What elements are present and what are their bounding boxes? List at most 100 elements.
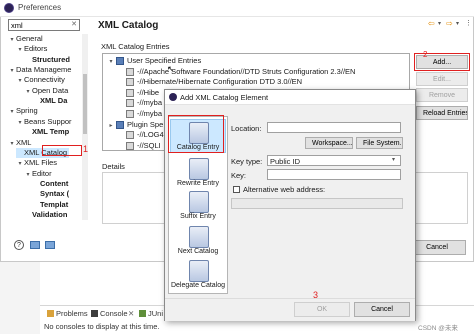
title-bar: Preferences — [0, 0, 474, 17]
catalog-entry-label: -//myba — [137, 109, 163, 118]
expand-twisty-icon[interactable]: ▾ — [8, 35, 16, 45]
alt-web-input[interactable] — [231, 198, 403, 209]
tree-item-label: Editors — [24, 44, 48, 54]
expand-twisty-icon[interactable]: ▾ — [16, 45, 24, 55]
clear-filter-icon[interactable]: ✕ — [69, 19, 79, 31]
catalog-entry-label: -//myba — [137, 98, 163, 108]
tab-junit[interactable]: JUni — [148, 309, 163, 318]
catalog-entry-row[interactable]: -//LOG4 — [117, 130, 164, 140]
annotation-2: 2 — [423, 50, 428, 59]
catalog-entry-row[interactable]: -//Apache Software Foundation//DTD Strut… — [117, 67, 355, 77]
tree-item[interactable]: XML Temp — [24, 127, 69, 137]
preference-tree: ▾ General ▾ Editors Structured ▾ Data Manageme… — [8, 34, 82, 220]
expand-twisty-icon[interactable]: ▾ — [107, 57, 115, 67]
workspace-button[interactable]: Workspace... — [305, 137, 353, 149]
preferences-cancel-button[interactable]: Cancel — [408, 240, 466, 255]
tree-item[interactable]: ▾ Connectivity — [16, 75, 65, 86]
entries-label: XML Catalog Entries — [101, 42, 170, 51]
tree-item[interactable]: ▾ XML Files — [16, 158, 57, 169]
catalog-entry-label: -//Hibe — [137, 87, 160, 97]
catalog-entry-row[interactable]: -//myba — [117, 109, 162, 119]
alt-web-label: Alternative web address: — [243, 185, 326, 194]
catalog-entry-icon — [126, 141, 134, 150]
forward-icon[interactable]: ⇨ — [446, 19, 453, 28]
expand-twisty-icon[interactable]: ▾ — [24, 87, 32, 97]
suffix-entry-icon — [189, 191, 209, 213]
tree-scrollbar[interactable] — [82, 34, 88, 220]
tree-item-label: Validation — [32, 209, 68, 219]
key-input[interactable] — [267, 169, 401, 180]
reload-entries-button[interactable]: Reload Entries — [416, 106, 468, 120]
expand-twisty-icon[interactable]: ▾ — [16, 76, 24, 86]
tree-item-label: XML — [16, 137, 32, 147]
bottom-left-strip — [0, 262, 40, 334]
tree-item[interactable]: Syntax ( — [32, 189, 69, 199]
expand-twisty-icon[interactable]: ▾ — [8, 139, 16, 149]
catalog-entry-row[interactable]: -//Hibe — [117, 88, 159, 98]
sidebar-item-suffix-entry[interactable]: Suffix Entry — [169, 213, 227, 220]
ok-button[interactable]: OK — [294, 302, 350, 317]
tree-item-label: Connectivity — [24, 75, 65, 85]
console-icon — [91, 310, 98, 317]
sidebar-item-delegate-catalog[interactable]: Delegate Catalog — [169, 282, 227, 289]
back-icon[interactable]: ⇦ — [428, 19, 435, 28]
tree-item[interactable]: Validation — [24, 210, 67, 220]
more-icon[interactable]: ⋮ — [465, 19, 472, 27]
expand-twisty-icon[interactable]: ▾ — [16, 118, 24, 128]
expand-twisty-icon[interactable]: ▾ — [16, 159, 24, 169]
details-label: Details — [102, 162, 125, 171]
remove-button[interactable]: Remove — [416, 88, 468, 102]
expand-twisty-icon[interactable]: ▾ — [8, 66, 16, 76]
tree-item[interactable]: ▾ Editor — [24, 169, 51, 180]
help-icon[interactable]: ? — [14, 240, 24, 250]
tree-item[interactable]: XML Da — [32, 96, 67, 106]
import-icon[interactable] — [30, 241, 40, 249]
tab-problems[interactable]: Problems — [56, 309, 88, 318]
annotation-box-1 — [42, 145, 82, 156]
tree-item-label: Structured — [32, 54, 70, 64]
catalog-entry-row[interactable]: ▸ Plugin Spe — [107, 120, 163, 131]
catalog-entry-label: Plugin Spe — [127, 119, 164, 129]
close-console-icon[interactable]: ✕ — [128, 309, 134, 318]
tree-item[interactable]: Content — [32, 179, 68, 189]
location-input[interactable] — [267, 122, 401, 133]
sidebar-item-rewrite-entry[interactable]: Rewrite Entry — [169, 180, 227, 187]
catalog-entry-icon — [126, 110, 134, 119]
sidebar-item-next-catalog[interactable]: Next Catalog — [169, 248, 227, 255]
back-menu-icon[interactable]: ▾ — [438, 20, 441, 27]
folder-icon — [116, 120, 124, 129]
delegate-catalog-icon — [189, 260, 209, 282]
dialog-cancel-button[interactable]: Cancel — [354, 302, 410, 317]
watermark: CSDN @未来 — [418, 325, 458, 332]
catalog-entry-row[interactable]: ▾ User Specified Entries — [107, 56, 201, 67]
tree-item[interactable]: ▾ Editors — [16, 44, 47, 55]
catalog-entry-row[interactable]: -//myba — [117, 98, 162, 108]
edit-button[interactable]: Edit... — [416, 72, 468, 86]
tab-console[interactable]: Console — [100, 309, 128, 318]
key-type-select[interactable]: Public ID ▾ — [267, 155, 401, 166]
expand-twisty-icon[interactable]: ▾ — [8, 107, 16, 117]
tree-item[interactable]: ▾ Data Manageme — [8, 65, 71, 76]
mouse-cursor-icon: ↖ — [167, 64, 175, 74]
tree-item[interactable]: ▾ XML — [8, 138, 31, 149]
tree-item-label: XML Da — [40, 96, 68, 106]
tree-item[interactable]: Templat — [32, 200, 68, 210]
alt-web-checkbox[interactable] — [233, 186, 240, 193]
tree-item[interactable]: ▾ Spring — [8, 106, 37, 117]
tree-item[interactable]: ▾ General — [8, 34, 42, 45]
tree-item-label: XML Files — [24, 158, 58, 168]
tree-item[interactable]: ▾ Open Data — [24, 86, 68, 97]
file-system-button[interactable]: File System... — [356, 137, 403, 149]
expand-twisty-icon[interactable]: ▸ — [107, 121, 115, 131]
catalog-entry-icon — [126, 78, 134, 87]
key-type-value: Public ID — [270, 157, 301, 166]
tree-item[interactable]: ▾ Beans Suppor — [16, 117, 71, 128]
expand-twisty-icon[interactable]: ▾ — [24, 170, 32, 180]
catalog-entry-row[interactable]: -//SQLI — [117, 141, 161, 150]
export-icon[interactable] — [45, 241, 55, 249]
forward-menu-icon[interactable]: ▾ — [456, 20, 459, 27]
catalog-entry-row[interactable]: -//Hibernate/Hibernate Configuration DTD… — [117, 77, 302, 87]
tree-item[interactable]: Structured — [24, 55, 70, 65]
tree-item-label: Content — [40, 178, 69, 188]
dialog-app-icon — [169, 93, 177, 101]
